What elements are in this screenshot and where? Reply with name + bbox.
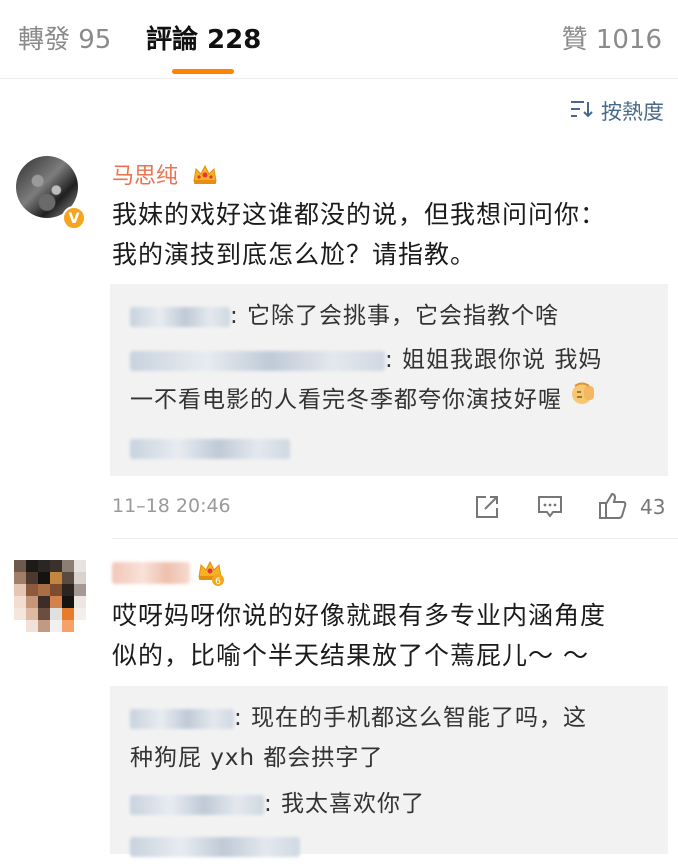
face-palm-emoji-icon (570, 380, 598, 421)
tab-reposts[interactable]: 轉發 95 (18, 22, 111, 58)
reply-item[interactable] (130, 826, 650, 866)
verified-badge: V (62, 206, 86, 230)
like-count: 43 (640, 495, 666, 519)
avatar[interactable] (14, 560, 86, 632)
comment-icon (538, 496, 562, 518)
replies-box[interactable]: : 现在的手机都这么智能了吗，这 种狗屁 yxh 都会拱字了 : 我太喜欢你了 (110, 686, 668, 857)
thumbs-up-icon (599, 492, 627, 519)
share-icon (476, 496, 498, 518)
share-button[interactable] (473, 493, 501, 525)
crown-icon (191, 162, 219, 192)
tab-likes[interactable]: 贊 1016 (562, 22, 662, 58)
reply-item[interactable]: : 姐姐我跟你说 我妈 一不看电影的人看完冬季都夸你演技好喔 (130, 340, 650, 421)
blurred-username (130, 708, 234, 729)
reply-item[interactable]: : 我太喜欢你了 (130, 784, 650, 824)
reply-button[interactable] (536, 493, 564, 525)
comment-text: 我妹的戏好这谁都没的说，但我想问问你： 我的演技到底怎么尬？请指教。 (112, 200, 607, 269)
reply-item[interactable]: : 它除了会挑事，它会指教个啥 (130, 296, 650, 336)
tab-bar: 轉發 95 評論 228 贊 1016 (0, 0, 678, 79)
sort-by-hot-button[interactable]: 按熱度 (569, 96, 664, 126)
username[interactable]: 马思纯 (112, 164, 178, 189)
crown-level-icon: 6 (196, 558, 226, 590)
active-tab-indicator (172, 69, 234, 74)
reply-item[interactable] (130, 428, 650, 468)
svg-text:6: 6 (215, 577, 221, 586)
blurred-username (130, 794, 264, 815)
sort-label: 按熱度 (601, 100, 664, 124)
like-button[interactable] (598, 491, 628, 525)
timestamp: 11–18 20:46 (112, 495, 231, 517)
replies-box[interactable]: : 它除了会挑事，它会指教个啥 : 姐姐我跟你说 我妈 一不看电影的人看完冬季都… (110, 284, 668, 476)
comment-divider (112, 538, 678, 539)
blurred-username (130, 438, 290, 459)
blurred-username[interactable] (112, 562, 190, 584)
tab-comments[interactable]: 評論 228 (146, 22, 261, 58)
blurred-username (130, 350, 385, 371)
blurred-username (130, 306, 230, 327)
sort-icon (569, 99, 593, 124)
comment-text: 哎呀妈呀你说的好像就跟有多专业内涵角度 似的，比喻个半天结果放了个蔫屁儿～ ～ (112, 601, 607, 670)
reply-item[interactable]: : 现在的手机都这么智能了吗，这 种狗屁 yxh 都会拱字了 (130, 698, 650, 778)
